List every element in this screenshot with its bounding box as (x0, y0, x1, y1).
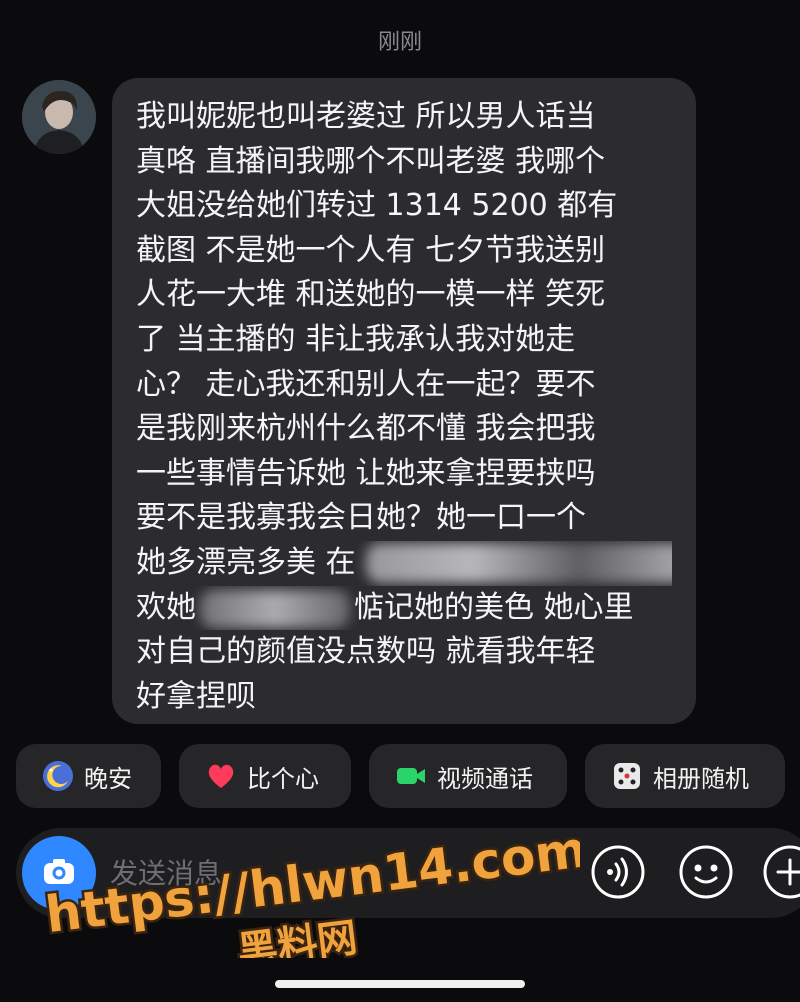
redaction-blur (366, 542, 672, 583)
message-input[interactable]: 发送消息 (110, 852, 222, 892)
message-line: 了 当主播的 非让我承认我对她走 (136, 321, 576, 357)
quick-action-label: 比个心 (247, 764, 319, 793)
message-line: 真咯 直播间我哪个不叫老婆 我哪个 (136, 143, 606, 179)
message-line: 对自己的颜值没点数吗 就看我年轻 (136, 634, 596, 670)
quick-action-label: 相册随机 (653, 764, 749, 793)
home-indicator[interactable] (275, 980, 525, 988)
avatar[interactable] (22, 80, 96, 154)
quick-action-label: 晚安 (84, 764, 132, 793)
redaction-blur (200, 589, 350, 628)
dice-icon (611, 760, 643, 792)
quick-action-heart[interactable]: 比个心 (179, 744, 351, 808)
plus-icon (762, 844, 800, 904)
quick-action-random-album[interactable]: 相册随机 (585, 744, 785, 808)
video-camera-icon (395, 760, 427, 792)
voice-button[interactable] (590, 844, 646, 904)
message-line-redacted: 欢她 惦记她的美色 她心里 (136, 586, 672, 631)
message-line: 心？ 走心我还和别人在一起？要不 (136, 366, 596, 402)
voice-icon (590, 844, 646, 904)
quick-action-goodnight[interactable]: 晚安 (16, 744, 161, 808)
message-bubble[interactable]: 我叫妮妮也叫老婆过 所以男人话当 真咯 直播间我哪个不叫老婆 我哪个 大姐没给她… (112, 78, 696, 724)
message-line: 我叫妮妮也叫老婆过 所以男人话当 (136, 99, 596, 134)
message-line-text: 欢她 (136, 589, 196, 625)
moon-icon (42, 760, 74, 792)
timestamp: 刚刚 (377, 30, 422, 55)
emoji-button[interactable] (678, 844, 734, 904)
message-line: 大姐没给她们转过 1314 5200 都有 (136, 188, 618, 224)
quick-actions-row: 晚安 比个心 视频通话 相册随机 (16, 744, 800, 808)
message-line: 截图 不是她一个人有 七夕节我送别 (136, 232, 606, 268)
message-line: 是我刚来杭州什么都不懂 我会把我 (136, 411, 596, 447)
quick-action-video-call[interactable]: 视频通话 (369, 744, 567, 808)
message-line: 一些事情告诉她 让她来拿捏要挟吗 (136, 455, 596, 491)
message-line: 好拿捏呗 (136, 678, 256, 714)
heart-icon (205, 760, 237, 792)
message-line-redacted: 她多漂亮多美 在 (136, 541, 672, 586)
emoji-icon (678, 844, 734, 904)
quick-action-label: 视频通话 (437, 764, 533, 793)
watermark-site-name: 黑料网 (235, 915, 360, 958)
camera-button[interactable] (22, 836, 96, 910)
camera-icon (39, 851, 79, 895)
message-line: 人花一大堆 和送她的一模一样 笑死 (136, 277, 606, 313)
avatar-photo (22, 80, 96, 154)
message-line-text: 惦记她的美色 她心里 (354, 589, 634, 625)
plus-button[interactable] (762, 844, 800, 904)
message-line: 要不是我寡我会日她？她一口一个 (136, 500, 586, 536)
message-line-text: 她多漂亮多美 在 (136, 544, 356, 580)
